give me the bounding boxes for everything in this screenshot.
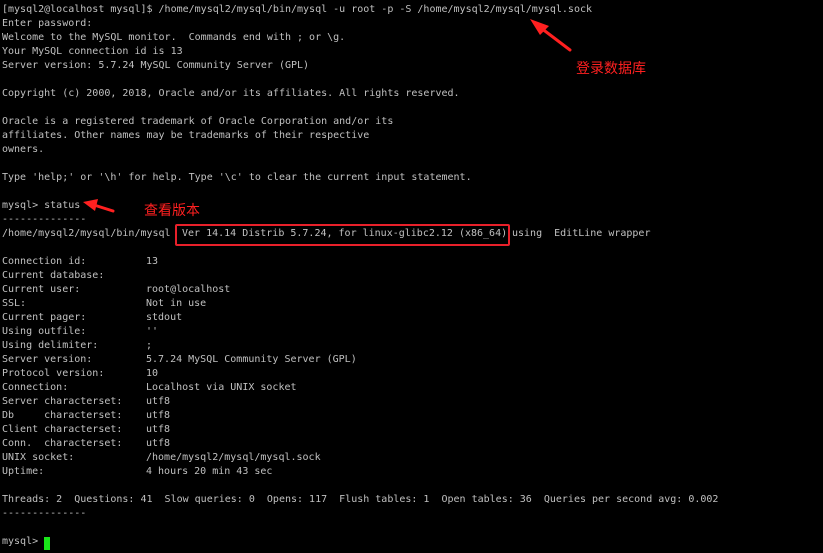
password-prompt: Enter password: [2,18,93,29]
status-key: Using outfile: [2,326,87,337]
status-key: Connection: [2,382,69,393]
status-value: stdout [146,312,183,323]
status-row: Uptime: 4 hours 20 min 43 sec [0,465,823,479]
trademark-line-2: affiliates. Other names may be trademark… [2,130,370,141]
trademark-line-1: Oracle is a registered trademark of Orac… [2,116,394,127]
text-cursor [44,537,50,550]
version-suffix: using EditLine wrapper [512,228,651,239]
status-row: Current user: root@localhost [0,283,823,297]
status-key: Current database: [2,270,105,281]
status-row: Using outfile: '' [0,325,823,339]
command-line: [mysql2@localhost mysql]$ /home/mysql2/m… [2,4,593,15]
status-row: UNIX socket: /home/mysql2/mysql/mysql.so… [0,451,823,465]
status-row: Client characterset: utf8 [0,423,823,437]
status-value: /home/mysql2/mysql/mysql.sock [146,452,321,463]
status-row: Connection: Localhost via UNIX socket [0,381,823,395]
status-row: Db characterset: utf8 [0,409,823,423]
status-row: Conn. characterset: utf8 [0,437,823,451]
version-prefix: /home/mysql2/mysql/bin/mysql [2,228,171,239]
status-value: 5.7.24 MySQL Community Server (GPL) [146,354,357,365]
threads-line: Threads: 2 Questions: 41 Slow queries: 0… [2,494,719,505]
connection-id-line: Your MySQL connection id is 13 [2,46,183,57]
copyright-line: Copyright (c) 2000, 2018, Oracle and/or … [2,88,460,99]
status-row: Current pager: stdout [0,311,823,325]
status-key: Using delimiter: [2,340,99,351]
final-prompt[interactable]: mysql> [2,535,38,549]
annotation-login-label: 登录数据库 [576,61,646,77]
status-key: Protocol version: [2,368,105,379]
status-key: Conn. characterset: [2,438,123,449]
status-value: root@localhost [146,284,231,295]
terminal-window[interactable]: [mysql2@localhost mysql]$ /home/mysql2/m… [0,0,823,553]
status-key: Current user: [2,284,81,295]
login-arrow-icon [530,19,572,52]
status-value: utf8 [146,424,171,435]
status-value: utf8 [146,410,171,421]
status-value: 10 [146,368,159,379]
status-value: utf8 [146,438,171,449]
status-key: Db characterset: [2,410,123,421]
status-value: Not in use [146,298,207,309]
status-row: Server characterset: utf8 [0,395,823,409]
status-value: 4 hours 20 min 43 sec [146,466,273,477]
separator-bottom: -------------- [2,508,87,519]
status-value: Localhost via UNIX socket [146,382,297,393]
status-key: Server version: [2,354,93,365]
status-key: Connection id: [2,256,87,267]
status-value: '' [146,326,159,337]
status-value: ; [146,340,153,351]
annotation-version-label: 查看版本 [144,203,200,219]
status-value: utf8 [146,396,171,407]
status-key: UNIX socket: [2,452,75,463]
separator-top: -------------- [2,214,87,225]
status-key: Uptime: [2,466,45,477]
status-key: SSL: [2,298,27,309]
help-line: Type 'help;' or '\h' for help. Type '\c'… [2,172,472,183]
version-highlight-box [175,224,510,246]
status-row: Protocol version: 10 [0,367,823,381]
status-command: mysql> status [2,200,81,211]
status-row: Server version: 5.7.24 MySQL Community S… [0,353,823,367]
status-row: Using delimiter: ; [0,339,823,353]
status-key: Server characterset: [2,396,123,407]
status-row: Current database: [0,269,823,283]
trademark-line-3: owners. [2,144,45,155]
server-version-line: Server version: 5.7.24 MySQL Community S… [2,60,310,71]
status-row: Connection id: 13 [0,255,823,269]
status-key: Client characterset: [2,424,123,435]
status-value: 13 [146,256,159,267]
welcome-line: Welcome to the MySQL monitor. Commands e… [2,32,346,43]
version-arrow-icon [83,199,115,213]
status-key: Current pager: [2,312,87,323]
status-row: SSL: Not in use [0,297,823,311]
